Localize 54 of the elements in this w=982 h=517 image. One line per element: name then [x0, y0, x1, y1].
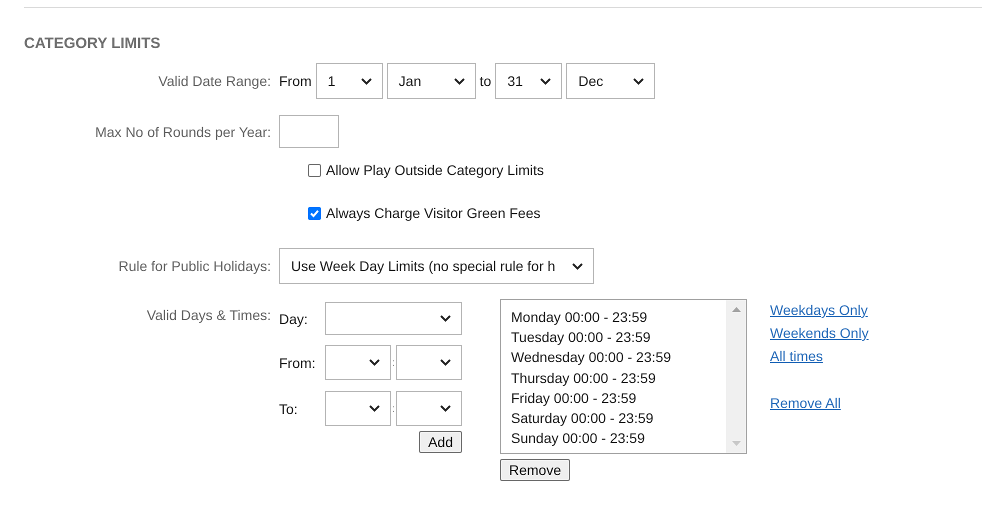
add-button[interactable]: Add: [419, 431, 462, 453]
field-label: Rule for Public Holidays:: [117, 258, 272, 274]
section-title: CATEGORY LIMITS: [24, 35, 162, 53]
chevron-down-icon: [633, 78, 644, 84]
scroll-down-icon[interactable]: [732, 441, 740, 446]
checkbox[interactable]: [308, 206, 321, 220]
list-item[interactable]: Thursday 00:00 - 23:59: [511, 368, 726, 388]
chevron-down-icon: [440, 405, 451, 412]
dropdown[interactable]: Jan: [386, 63, 476, 99]
time-separator: :: [391, 356, 396, 368]
chevron-down-icon: [540, 78, 552, 84]
list-item[interactable]: Saturday 00:00 - 23:59: [511, 408, 726, 428]
field-label: Max No of Rounds per Year:: [94, 124, 272, 140]
dropdown[interactable]: Use Week Day Limits (no special rule for h: [279, 248, 594, 284]
field-label: Day:: [279, 310, 309, 326]
dropdown[interactable]: [396, 391, 462, 426]
dropdown[interactable]: [396, 345, 462, 380]
time-list[interactable]: Monday 00:00 - 23:59 Tuesday 00:00 - 23:59 Wednesday 00:00 - 23:59 Thursday 00:00 - 23:59 Friday 00:00 - 23:59 Saturday 00:00 - 23:59 Sunday 00:00 - 23:59: [500, 299, 747, 454]
chevron-down-icon: [572, 262, 583, 270]
chevron-down-icon: [440, 315, 451, 322]
chevron-down-icon: [360, 78, 372, 84]
remove-all-link[interactable]: Remove All: [770, 392, 841, 415]
list-item[interactable]: Tuesday 00:00 - 23:59: [511, 327, 726, 348]
dropdown[interactable]: [325, 391, 391, 426]
field-label: Valid Date Range:: [157, 73, 272, 89]
scrollbar[interactable]: [726, 300, 746, 453]
scroll-up-icon[interactable]: [732, 307, 740, 312]
from-label: From: [279, 73, 312, 89]
checkbox[interactable]: [308, 164, 321, 176]
preset-link[interactable]: Weekdays Only: [770, 299, 868, 322]
remove-button[interactable]: Remove: [500, 459, 570, 481]
input-field[interactable]: [279, 115, 339, 148]
to-label: to: [480, 73, 492, 89]
chevron-down-icon: [454, 78, 465, 84]
preset-link[interactable]: All times: [770, 345, 823, 368]
dropdown[interactable]: 31: [495, 63, 562, 99]
checkbox-label: Allow Play Outside Category Limits: [326, 162, 544, 178]
field-label: Valid Days & Times:: [146, 306, 272, 323]
dropdown[interactable]: Dec: [566, 63, 656, 99]
time-separator: :: [391, 402, 396, 414]
checkbox-label: Always Charge Visitor Green Fees: [326, 205, 540, 221]
dropdown[interactable]: [325, 345, 391, 380]
list-item[interactable]: Sunday 00:00 - 23:59: [511, 428, 726, 448]
chevron-down-icon: [369, 405, 380, 412]
dropdown[interactable]: 1: [316, 63, 383, 99]
preset-link[interactable]: Weekends Only: [770, 322, 869, 345]
dropdown[interactable]: [325, 302, 462, 335]
list-item[interactable]: Monday 00:00 - 23:59: [511, 307, 726, 328]
list-item[interactable]: Wednesday 00:00 - 23:59: [511, 347, 726, 368]
field-label: To:: [279, 400, 299, 416]
field-label: From:: [279, 354, 317, 370]
chevron-down-icon: [440, 359, 451, 366]
chevron-down-icon: [369, 359, 380, 366]
list-item[interactable]: Friday 00:00 - 23:59: [511, 388, 726, 408]
